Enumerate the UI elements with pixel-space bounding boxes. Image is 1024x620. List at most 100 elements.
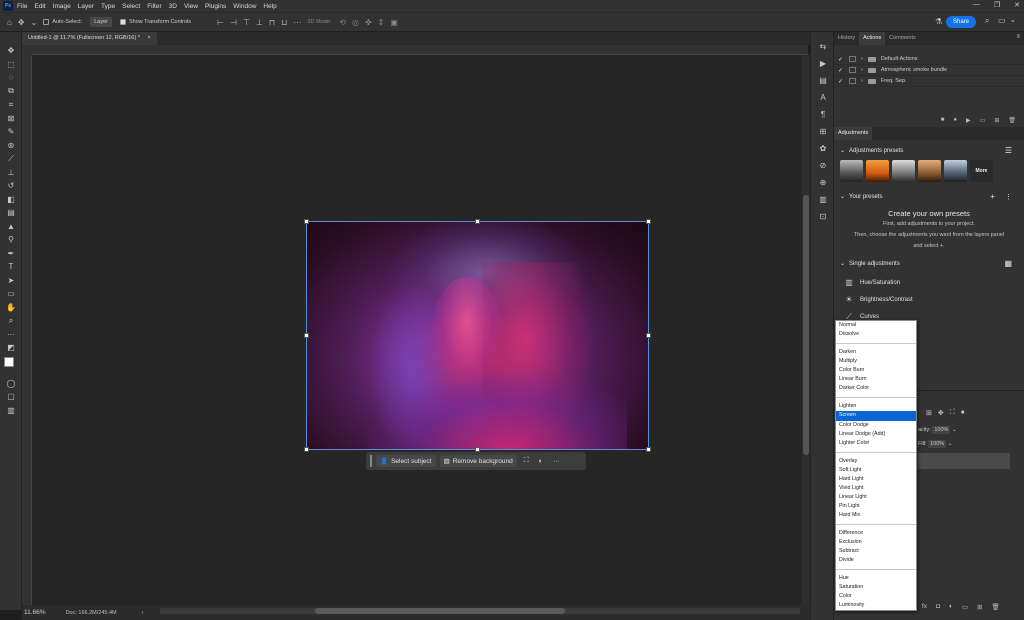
chevron-down-icon[interactable]: ⌄ (31, 18, 38, 27)
type-tool-icon[interactable]: T (0, 260, 22, 274)
transform-handle-l[interactable] (304, 333, 309, 338)
add-mask-icon[interactable]: ◘ (936, 603, 940, 611)
blur-tool-icon[interactable]: ▲ (0, 220, 22, 234)
play-icon[interactable]: ▶ (966, 117, 971, 124)
default-colors-icon[interactable]: ◩ (0, 341, 22, 355)
auto-select-option[interactable]: Auto-Select: (43, 19, 82, 25)
libraries-panel-icon[interactable]: ▥ (811, 191, 835, 208)
new-set-icon[interactable]: ▭ (980, 117, 986, 124)
opacity-chevron-icon[interactable]: ⌄ (952, 427, 957, 433)
lasso-tool-icon[interactable]: ◌ (0, 71, 22, 85)
color-swatches[interactable] (0, 355, 21, 377)
horizontal-scrollbar[interactable] (160, 608, 800, 614)
lock-transparent-icon[interactable]: ⊞ (926, 409, 932, 417)
share-button[interactable]: Share (945, 16, 976, 28)
foreground-color-swatch[interactable] (4, 356, 14, 367)
more-presets-button[interactable]: More (970, 160, 993, 182)
tab-adjustments[interactable]: Adjustments (834, 127, 873, 140)
menu-item[interactable]: Select (122, 3, 140, 10)
action-dialog-toggle[interactable] (849, 67, 856, 73)
layer-row[interactable] (917, 453, 1010, 469)
blend-mode-option[interactable]: Lighter Color (836, 439, 916, 448)
expand-chevron-icon[interactable]: › (861, 67, 863, 73)
collapse-chevron-icon[interactable]: ⌄ (840, 193, 845, 200)
zoom-tool-icon[interactable]: ⌕ (0, 314, 22, 328)
drag-handle[interactable] (370, 455, 372, 467)
close-window-icon[interactable]: ✕ (1014, 1, 1020, 9)
restore-icon[interactable]: ❐ (994, 1, 1000, 9)
blend-mode-option[interactable]: Pin Light (836, 502, 916, 511)
pen-tool-icon[interactable]: ✒ (0, 247, 22, 261)
menu-item[interactable]: 3D (169, 3, 177, 10)
minimize-icon[interactable]: — (973, 1, 980, 9)
document-tab[interactable]: Untitled-1 @ 11.7% (Fullscreen 12, RGB/1… (22, 32, 157, 45)
vertical-scroll-thumb[interactable] (803, 195, 809, 455)
object-selection-tool-icon[interactable]: ⧉ (0, 85, 22, 99)
align-bottom-icon[interactable]: ⊔ (281, 18, 287, 27)
transform-icon[interactable]: ⛶ (521, 457, 532, 465)
blend-mode-option[interactable]: Color Dodge (836, 421, 916, 430)
brushes-panel-icon[interactable]: ✿ (811, 140, 835, 157)
stop-icon[interactable]: ■ (941, 117, 945, 123)
blend-mode-option[interactable]: Difference (836, 529, 916, 538)
blend-mode-option[interactable]: Hard Light (836, 475, 916, 484)
transform-handle-tr[interactable] (646, 219, 651, 224)
new-action-icon[interactable]: ⊞ (994, 117, 999, 124)
menu-item[interactable]: Type (101, 3, 115, 10)
blend-mode-option[interactable]: Overlay (836, 457, 916, 466)
your-presets-header[interactable]: ⌄ Your presets + ⋮ (834, 190, 1024, 203)
preset-thumbnail[interactable] (918, 160, 941, 182)
blend-mode-option[interactable]: Lighten (836, 402, 916, 411)
action-dialog-toggle[interactable] (849, 78, 856, 84)
expand-chevron-icon[interactable]: › (861, 56, 863, 62)
action-dialog-toggle[interactable] (849, 56, 856, 62)
blend-mode-option[interactable]: Subtract (836, 547, 916, 556)
menu-item[interactable]: Filter (147, 3, 161, 10)
properties-panel-icon[interactable]: ▤ (811, 72, 835, 89)
eyedropper-tool-icon[interactable]: ✎ (0, 125, 22, 139)
clone-source-panel-icon[interactable]: ⊕ (811, 174, 835, 191)
history-panel-icon[interactable]: ⇆ (811, 38, 835, 55)
opacity-value[interactable]: 100% (932, 426, 951, 434)
grid-view-icon[interactable]: ▦ (1004, 259, 1012, 268)
hand-tool-icon[interactable]: ✋ (0, 301, 22, 315)
blend-mode-option[interactable]: Linear Light (836, 493, 916, 502)
preset-thumbnail[interactable] (866, 160, 889, 182)
action-enabled-check[interactable]: ✓ (838, 78, 844, 85)
menu-item[interactable]: Layer (78, 3, 94, 10)
close-tab-icon[interactable]: × (147, 35, 150, 41)
screen-mode-icon[interactable]: ▢ (0, 390, 22, 404)
blend-mode-option[interactable]: Linear Burn (836, 375, 916, 384)
preset-thumbnail[interactable] (840, 160, 863, 182)
blend-mode-option[interactable]: Luminosity (836, 601, 916, 610)
more-options-icon[interactable]: ··· (293, 18, 301, 27)
preset-menu-icon[interactable]: ⋮ (1005, 193, 1012, 201)
transform-handle-bl[interactable] (304, 447, 309, 452)
blend-mode-option[interactable]: Dissolve (836, 330, 916, 339)
frame-tool-icon[interactable]: ⊠ (0, 112, 22, 126)
align-middle-icon[interactable]: ⊓ (269, 18, 275, 27)
adjustment-icon[interactable]: ◐ (536, 458, 546, 465)
preset-thumbnail[interactable] (944, 160, 967, 182)
record-icon[interactable]: ● (953, 117, 957, 123)
show-transform-checkbox[interactable] (119, 19, 126, 25)
brush-tool-icon[interactable]: ⟋ (0, 152, 22, 166)
action-enabled-check[interactable]: ✓ (838, 67, 844, 74)
blend-mode-option[interactable]: Normal (836, 321, 916, 330)
adjustment-item-brightness-contrast[interactable]: ☀ Brightness/Contrast (834, 291, 1024, 308)
workspace-icon[interactable]: ▭ (998, 16, 1006, 25)
dodge-tool-icon[interactable]: ⚲ (0, 233, 22, 247)
actions-panel-icon[interactable]: ▶ (811, 55, 835, 72)
collapse-chevron-icon[interactable]: ⌄ (840, 147, 845, 154)
blend-mode-option[interactable]: Exclusion (836, 538, 916, 547)
healing-brush-tool-icon[interactable]: ⊛ (0, 139, 22, 153)
fx-icon[interactable]: fx (922, 603, 927, 611)
align-right-icon[interactable]: ⊤ (243, 18, 250, 27)
move-tool-icon[interactable]: ✥ (0, 44, 22, 58)
3d-scale-icon[interactable]: ▣ (390, 18, 398, 27)
adjustment-item-hue-saturation[interactable]: ▥ Hue/Saturation (834, 274, 1024, 291)
3d-slide-icon[interactable]: ⇕ (378, 18, 385, 27)
artboard-icon[interactable]: ▥ (0, 404, 22, 418)
select-subject-button[interactable]: 👤 Select subject (376, 455, 436, 467)
paths-panel-icon[interactable]: ⊡ (811, 208, 835, 225)
